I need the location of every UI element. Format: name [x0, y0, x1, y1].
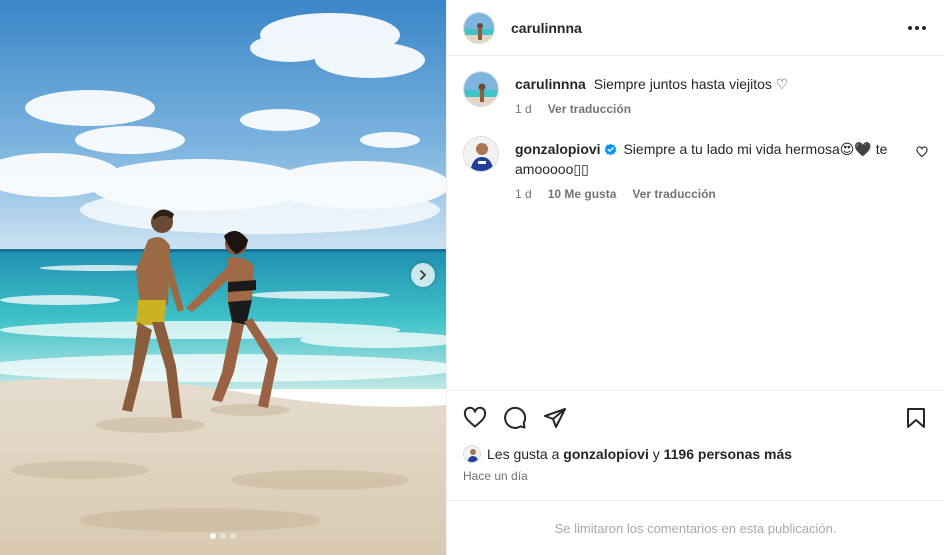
likes-prefix: Les gusta a — [487, 446, 560, 462]
heart-icon — [463, 406, 487, 428]
avatar-player-image — [464, 446, 480, 462]
action-bar — [463, 405, 928, 431]
avatar-beach-image — [464, 72, 498, 106]
post-header: carulinnna — [447, 0, 944, 56]
comment-button[interactable] — [503, 406, 527, 430]
avatar-beach-image — [464, 12, 494, 43]
liker-username[interactable]: gonzalopiovi — [563, 446, 649, 462]
commenter-avatar[interactable] — [463, 136, 499, 172]
caption-comment: carulinnna Siempre juntos hasta viejitos… — [463, 71, 928, 116]
likes-connector: y — [652, 446, 660, 462]
more-dot — [908, 25, 912, 30]
comment-time[interactable]: 1 d — [515, 102, 532, 116]
liker-avatar[interactable] — [463, 445, 481, 463]
avatar-player-image — [464, 137, 498, 171]
comment-username[interactable]: gonzalopiovi — [515, 141, 601, 157]
comment-username[interactable]: carulinnna — [515, 76, 586, 92]
post-actions-section: Les gusta a gonzalopiovi y 1196 personas… — [447, 390, 944, 483]
carousel-dot — [210, 533, 216, 539]
paper-plane-icon — [544, 408, 566, 428]
beach-photo — [0, 0, 446, 555]
post-timestamp[interactable]: Hace un día — [463, 469, 928, 483]
post-details-panel: carulinnna carulinnna Siempre juntos has… — [446, 0, 944, 555]
like-comment-heart-icon[interactable] — [916, 146, 928, 158]
translate-link[interactable]: Ver traducción — [548, 102, 631, 116]
chevron-right-icon — [420, 270, 426, 280]
comment-text: Siempre juntos hasta viejitos ♡ — [593, 76, 789, 92]
comments-list: carulinnna Siempre juntos hasta viejitos… — [447, 57, 944, 390]
verified-badge-icon — [604, 143, 616, 156]
likes-summary: Les gusta a gonzalopiovi y 1196 personas… — [463, 445, 928, 463]
next-slide-button[interactable] — [411, 263, 435, 287]
save-button[interactable] — [904, 406, 928, 430]
translate-link[interactable]: Ver traducción — [632, 187, 715, 201]
author-avatar[interactable] — [463, 11, 495, 44]
comment-bubble-icon — [504, 406, 527, 429]
more-dot — [922, 25, 926, 30]
post-image[interactable] — [0, 0, 446, 555]
likes-others-link[interactable]: 1196 personas más — [664, 446, 792, 462]
carousel-dot — [220, 533, 226, 539]
author-username[interactable]: carulinnna — [511, 20, 582, 36]
more-options-button[interactable] — [906, 20, 928, 36]
share-button[interactable] — [543, 406, 567, 430]
more-dot — [915, 25, 919, 30]
comments-limited-notice: Se limitaron los comentarios en esta pub… — [447, 500, 944, 555]
comment-time[interactable]: 1 d — [515, 187, 532, 201]
commenter-avatar[interactable] — [463, 71, 499, 107]
carousel-dot — [230, 533, 236, 539]
carousel-indicators — [0, 533, 446, 539]
like-button[interactable] — [463, 406, 487, 430]
comment-likes[interactable]: 10 Me gusta — [548, 187, 617, 201]
comment: gonzalopiovi Siempre a tu lado mi vida h… — [463, 136, 928, 201]
bookmark-icon — [907, 408, 925, 428]
